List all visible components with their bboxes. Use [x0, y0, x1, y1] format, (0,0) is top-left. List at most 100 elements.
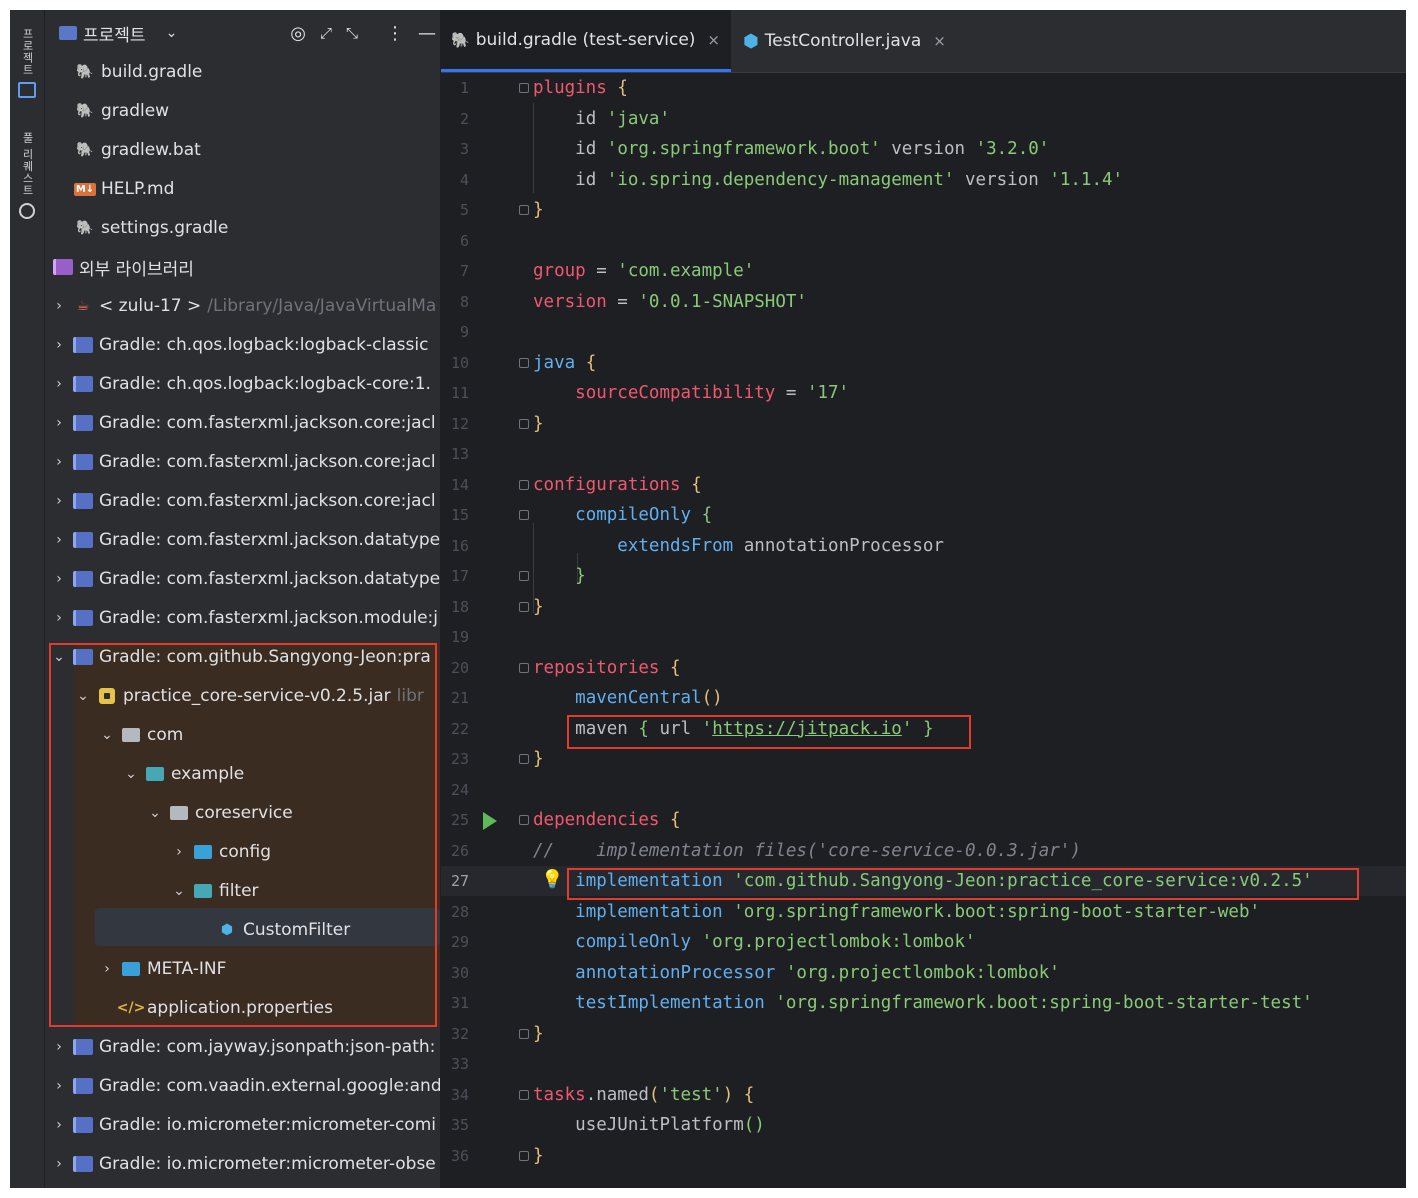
chevron-right-icon[interactable]: › [51, 1156, 67, 1172]
chevron-down-icon[interactable]: ⌄ [99, 727, 115, 743]
fold-icon[interactable] [519, 754, 529, 764]
hide-panel-icon[interactable]: — [418, 23, 436, 44]
fold-icon[interactable] [519, 662, 529, 673]
tree-item-settings-gradle[interactable]: 🐘 settings.gradle [45, 209, 440, 247]
options-menu-icon[interactable]: ⋮ [386, 23, 404, 44]
lightbulb-icon[interactable]: 💡 [541, 869, 563, 890]
chevron-right-icon[interactable]: › [51, 376, 67, 392]
fold-icon[interactable] [519, 1028, 529, 1039]
chevron-right-icon[interactable]: › [51, 532, 67, 548]
chevron-right-icon[interactable]: › [171, 844, 187, 860]
tree-item-filter[interactable]: ⌄ filter [45, 872, 440, 910]
tree-item-example[interactable]: ⌄ example [45, 755, 440, 793]
project-tool-label: 프로젝트 [21, 28, 34, 76]
fold-icon[interactable] [519, 571, 529, 581]
run-gutter-icon[interactable] [483, 812, 497, 830]
code-line: 26// implementation files('core-service-… [450, 840, 1081, 861]
fold-icon[interactable] [519, 815, 529, 825]
chevron-right-icon[interactable]: › [51, 415, 67, 431]
tree-item-application-properties[interactable]: </> application.properties [45, 989, 440, 1027]
project-tool-icon [18, 82, 36, 98]
chevron-right-icon[interactable]: › [51, 571, 67, 587]
tree-item-customfilter[interactable]: ⬢ CustomFilter [45, 911, 440, 949]
tree-item-library[interactable]: › Gradle: io.micrometer:micrometer-obse [45, 1145, 440, 1183]
chevron-right-icon[interactable]: › [99, 961, 115, 977]
code-line: 13 [450, 445, 469, 463]
fold-icon[interactable] [519, 357, 529, 368]
code-line: 1 plugins { [459, 78, 628, 98]
locate-icon[interactable]: ◎ [290, 23, 306, 44]
close-icon[interactable]: × [707, 31, 720, 49]
tree-item-gradlew-bat[interactable]: 🐘 gradlew.bat [45, 131, 440, 169]
chevron-right-icon[interactable]: › [51, 454, 67, 470]
chevron-right-icon[interactable]: › [51, 493, 67, 509]
jar-icon [97, 687, 117, 705]
tree-item-library[interactable]: › Gradle: com.fasterxml.jackson.core:jacl [45, 404, 440, 442]
close-icon[interactable]: × [933, 32, 946, 50]
tree-item-library[interactable]: › Gradle: com.fasterxml.jackson.datatype [45, 560, 440, 598]
gradle-icon: 🐘 [76, 220, 94, 236]
tree-item-gradlew[interactable]: 🐘 gradlew [45, 92, 440, 130]
tree-item-coreservice[interactable]: ⌄ coreservice [45, 794, 440, 832]
chevron-down-icon[interactable]: ⌄ [51, 649, 67, 665]
chevron-right-icon[interactable]: › [51, 1078, 67, 1094]
code-line: 24 [450, 780, 469, 799]
collapse-all-icon[interactable]: ⤡ [346, 24, 358, 42]
tree-item-library[interactable]: › Gradle: io.micrometer:micrometer-comi [45, 1106, 440, 1144]
code-line: 20 repositories { [450, 657, 681, 678]
chevron-right-icon[interactable]: › [51, 1039, 67, 1055]
tree-item-library[interactable]: › Gradle: ch.qos.logback:logback-classic [45, 326, 440, 364]
tab-build-gradle[interactable]: 🐘 build.gradle (test-service) × [441, 10, 731, 72]
tree-item-meta-inf[interactable]: › META-INF [45, 950, 440, 988]
library-icon [73, 375, 93, 393]
chevron-right-icon[interactable]: › [51, 610, 67, 626]
code-line: 3 id 'org.springframework.boot' version … [459, 139, 1050, 159]
fold-icon[interactable] [519, 1150, 529, 1161]
tree-item-build-gradle[interactable]: 🐘 build.gradle [45, 53, 440, 91]
project-panel: 프로젝트 ⌄ ◎ ⤢ ⤡ ⋮ — 🐘 build.gradle 🐘 gradlew … [45, 10, 440, 1188]
tree-item-library[interactable]: › Gradle: com.jayway.jsonpath:json-path: [45, 1028, 440, 1066]
tree-item-com[interactable]: ⌄ com [45, 716, 440, 754]
pull-request-tool-button[interactable]: 풀 리퀘스트 [14, 132, 40, 219]
tree-item-external-libraries[interactable]: 외부 라이브러리 [45, 248, 440, 286]
tree-item-jar[interactable]: ⌄ practice_core-service-v0.2.5.jar libr [45, 677, 440, 715]
tree-item-library[interactable]: › Gradle: com.vaadin.external.google:and [45, 1067, 440, 1105]
code-line: 28 implementation 'org.springframework.b… [450, 901, 1261, 922]
chevron-right-icon[interactable]: › [51, 298, 67, 314]
code-line: 25 dependencies { [450, 810, 681, 830]
tab-testcontroller[interactable]: ⬢ TestController.java × [733, 10, 957, 72]
tree-item-help-md[interactable]: M↓ HELP.md [45, 170, 440, 208]
tree-item-library[interactable]: › Gradle: com.fasterxml.jackson.module:j [45, 599, 440, 637]
tree-item-config[interactable]: › config [45, 833, 440, 871]
code-line: 6 [459, 231, 469, 250]
project-tool-button[interactable]: 프로젝트 [14, 28, 40, 98]
project-view-selector[interactable]: 프로젝트 ⌄ [59, 21, 177, 46]
code-line: 9 [459, 323, 469, 341]
tree-item-library[interactable]: › Gradle: com.fasterxml.jackson.core:jacl [45, 482, 440, 520]
chevron-right-icon[interactable]: › [51, 1117, 67, 1133]
fold-icon[interactable] [519, 83, 529, 93]
code-line: 11 sourceCompatibility = '17' [450, 383, 850, 403]
fold-icon[interactable] [519, 479, 529, 490]
fold-icon[interactable] [519, 418, 529, 429]
tree-item-library[interactable]: › Gradle: com.fasterxml.jackson.core:jacl [45, 443, 440, 481]
code-line: 18} [450, 596, 544, 617]
library-icon [73, 1077, 93, 1095]
tree-item-practice-core-library[interactable]: ⌄ Gradle: com.github.Sangyong-Jeon:pra [45, 638, 440, 676]
fold-icon[interactable] [519, 510, 529, 520]
chevron-down-icon[interactable]: ⌄ [123, 766, 139, 782]
markdown-icon: M↓ [73, 182, 97, 196]
library-icon [73, 531, 93, 549]
fold-icon[interactable] [519, 1089, 529, 1100]
tree-item-jdk[interactable]: › ☕ < zulu-17 >/Library/Java/JavaVirtualMa [45, 287, 440, 325]
chevron-down-icon[interactable]: ⌄ [75, 688, 91, 704]
chevron-down-icon[interactable]: ⌄ [147, 805, 163, 821]
expand-all-icon[interactable]: ⤢ [320, 24, 332, 42]
chevron-right-icon[interactable]: › [51, 337, 67, 353]
code-line: 35 useJUnitPlatform() [450, 1115, 765, 1135]
fold-icon[interactable] [519, 601, 529, 612]
tree-item-library[interactable]: › Gradle: ch.qos.logback:logback-core:1. [45, 365, 440, 403]
tree-item-library[interactable]: › Gradle: com.fasterxml.jackson.datatype [45, 521, 440, 559]
chevron-down-icon[interactable]: ⌄ [171, 883, 187, 899]
fold-icon[interactable] [519, 205, 529, 215]
